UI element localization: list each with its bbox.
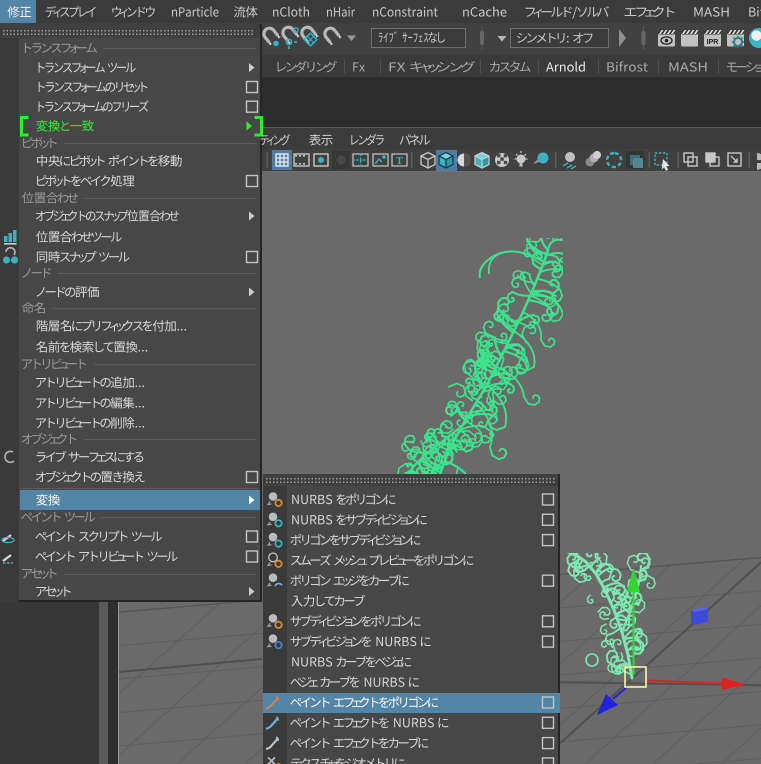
svg-text:T: T [396, 156, 403, 167]
svg-text:IPR: IPR [707, 39, 719, 46]
